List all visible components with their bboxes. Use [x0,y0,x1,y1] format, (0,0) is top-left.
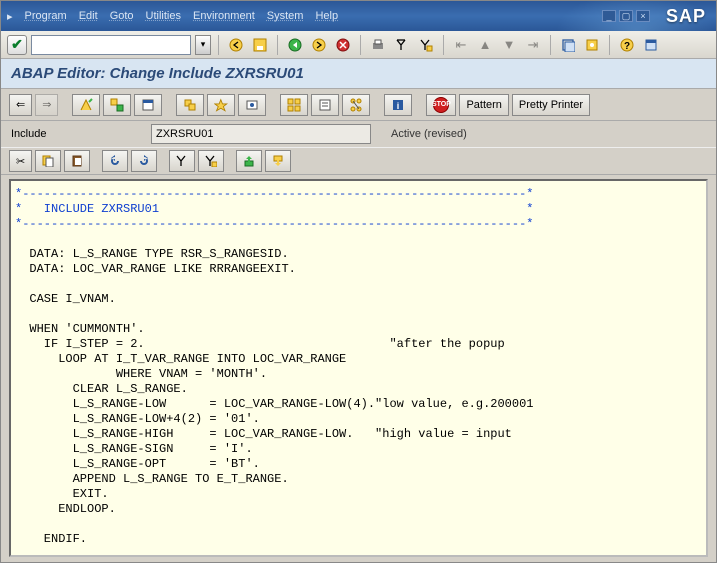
nav-fwd-button[interactable]: ⇒ [35,94,58,116]
sap-logo: SAP [656,6,716,27]
enter-button[interactable]: ✔ [7,35,27,55]
menu-system[interactable]: System [267,10,304,22]
maximize-button[interactable]: ▢ [619,10,633,22]
prev-page-icon[interactable]: ▲ [475,35,495,55]
menu-edit[interactable]: Edit [79,10,98,22]
help-icon[interactable]: ? [617,35,637,55]
upload-button[interactable] [236,150,262,172]
page-title: ABAP Editor: Change Include ZXRSRU01 [11,65,706,82]
shortcut-icon[interactable] [582,35,602,55]
active-inactive-button[interactable] [103,94,131,116]
breakpoint-button[interactable]: STOP [426,94,456,116]
pattern-button[interactable]: Pattern [459,94,508,116]
standard-toolbar: ✔ ▾ ⇤ ▲ ▼ ⇥ ? [1,31,716,59]
command-field[interactable] [31,35,191,55]
menu-help[interactable]: Help [315,10,338,22]
menu-goto[interactable]: Goto [110,10,134,22]
layout-icon[interactable] [641,35,661,55]
window-controls: _ ▢ × [602,10,650,22]
display-toggle-button[interactable] [72,94,100,116]
app-toolbar: ⇐ ⇒ i STOP Pattern Pretty Printer [1,89,716,121]
menu-bar: ▸ Program Edit Goto Utilities Environmen… [7,10,338,23]
menu-program[interactable]: Program [25,10,67,22]
where-used-button[interactable] [280,94,308,116]
cancel-icon[interactable] [333,35,353,55]
include-label: Include [11,128,141,140]
svg-text:?: ? [624,41,630,52]
find-next-icon[interactable] [416,35,436,55]
download-button[interactable] [265,150,291,172]
find-icon[interactable] [392,35,412,55]
copy-button[interactable] [35,150,61,172]
menu-environment[interactable]: Environment [193,10,255,22]
next-page-icon[interactable]: ▼ [499,35,519,55]
nav-stack-button[interactable] [342,94,370,116]
command-dropdown[interactable]: ▾ [195,35,211,55]
minimize-button[interactable]: _ [602,10,616,22]
test-button[interactable] [238,94,266,116]
pretty-printer-button[interactable]: Pretty Printer [512,94,590,116]
paste-button[interactable] [64,150,90,172]
redo-button[interactable] [131,150,157,172]
include-field[interactable] [151,124,371,144]
close-button[interactable]: × [636,10,650,22]
svg-text:i: i [397,101,400,111]
menu-icon[interactable]: ▸ [7,10,13,23]
first-page-icon[interactable]: ⇤ [451,35,471,55]
back-icon[interactable] [226,35,246,55]
title-bar: ▸ Program Edit Goto Utilities Environmen… [1,1,716,31]
last-page-icon[interactable]: ⇥ [523,35,543,55]
status-text: Active (revised) [391,128,467,140]
check-button[interactable] [176,94,204,116]
menu-utilities[interactable]: Utilities [146,10,181,22]
nav-back-button[interactable]: ⇐ [9,94,32,116]
cut-button[interactable]: ✂ [9,150,32,172]
find-editor-button[interactable] [169,150,195,172]
print-icon[interactable] [368,35,388,55]
exit-icon[interactable] [309,35,329,55]
code-editor[interactable]: *---------------------------------------… [9,179,708,557]
find-replace-button[interactable] [198,150,224,172]
editor-toolbar: ✂ [1,147,716,175]
undo-button[interactable] [102,150,128,172]
new-session-icon[interactable] [558,35,578,55]
object-list-button[interactable] [311,94,339,116]
back-green-icon[interactable] [285,35,305,55]
save-icon[interactable] [250,35,270,55]
activate-button[interactable] [207,94,235,116]
page-header: ABAP Editor: Change Include ZXRSRU01 [1,59,716,89]
help-app-button[interactable]: i [384,94,412,116]
other-object-button[interactable] [134,94,162,116]
info-row: Include Active (revised) [1,121,716,147]
